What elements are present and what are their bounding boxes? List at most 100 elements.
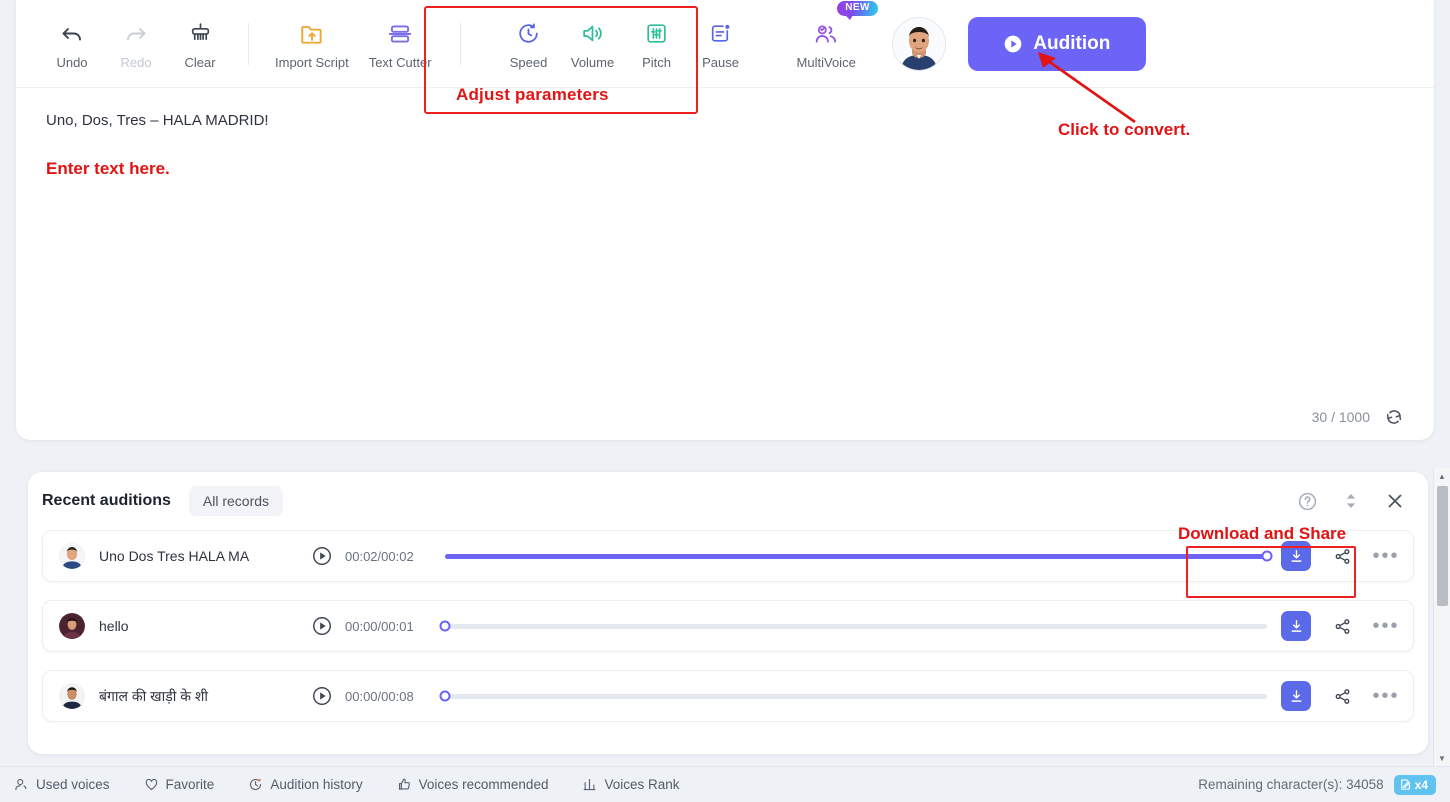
table-row[interactable]: बंगाल की खाड़ी के शी 00:00/00:08 ••• (42, 670, 1414, 722)
history-clock-icon (248, 777, 263, 792)
download-button[interactable] (1281, 611, 1311, 641)
scroll-up-arrow[interactable]: ▲ (1434, 468, 1450, 484)
share-button[interactable] (1325, 541, 1359, 571)
share-button[interactable] (1325, 681, 1359, 711)
enter-text-annotation: Enter text here. (46, 158, 170, 178)
scrollbar-thumb[interactable] (1437, 486, 1448, 606)
download-share-annotation: Download and Share (1178, 524, 1347, 543)
progress-thumb[interactable] (439, 620, 451, 632)
undo-icon (60, 19, 84, 49)
download-button[interactable] (1281, 541, 1311, 571)
audition-button[interactable]: Audition (967, 16, 1146, 71)
audition-name: बंगाल की खाड़ी के शी (99, 687, 209, 704)
voices-recommended-button[interactable]: Voices recommended (397, 777, 549, 792)
audition-history-label: Audition history (270, 777, 363, 792)
progress-thumb[interactable] (439, 690, 451, 702)
import-folder-icon (299, 19, 325, 49)
close-icon[interactable] (1384, 490, 1406, 512)
toolbar-divider-1 (248, 22, 249, 65)
pause-button[interactable]: Pause (689, 13, 753, 75)
speed-button[interactable]: Speed (497, 13, 561, 75)
recent-auditions-title: Recent auditions (42, 492, 171, 509)
undo-label: Undo (56, 54, 88, 70)
audition-name: Uno Dos Tres HALA MA (99, 548, 250, 564)
more-options-button[interactable]: ••• (1369, 681, 1403, 711)
table-row[interactable]: hello 00:00/00:01 ••• (42, 600, 1414, 652)
tts-editor-app: Undo Redo Clear Import Script Text Cutte… (0, 0, 1450, 802)
expand-collapse-icon[interactable] (1342, 491, 1360, 511)
multivoice-label: MultiVoice (796, 54, 856, 70)
speed-label: Speed (509, 54, 548, 70)
audition-history-button[interactable]: Audition history (248, 777, 363, 792)
play-icon[interactable] (311, 615, 333, 637)
edit-doc-icon (1399, 778, 1412, 791)
audition-time: 00:02/00:02 (345, 548, 414, 564)
voices-rank-label: Voices Rank (604, 777, 680, 792)
progress-thumb[interactable] (1261, 550, 1273, 562)
text-cutter-button[interactable]: Text Cutter (359, 13, 442, 75)
pitch-label: Pitch (642, 54, 671, 70)
recent-auditions-header: Recent auditions All records (28, 472, 1428, 530)
more-options-button[interactable]: ••• (1369, 541, 1403, 571)
volume-button[interactable]: Volume (561, 13, 625, 75)
pitch-icon (644, 19, 669, 49)
editor-card: Undo Redo Clear Import Script Text Cutte… (16, 0, 1434, 440)
speed-icon (516, 19, 541, 49)
multivoice-inner[interactable]: MultiVoice (787, 13, 866, 75)
undo-button[interactable]: Undo (40, 13, 104, 75)
voices-rank-button[interactable]: Voices Rank (582, 777, 680, 792)
user-voice-icon (14, 777, 29, 792)
scroll-down-arrow[interactable]: ▼ (1434, 750, 1450, 766)
audition-time: 00:00/00:08 (345, 688, 414, 704)
play-icon[interactable] (311, 545, 333, 567)
import-script-label: Import Script (275, 54, 349, 70)
audition-time: 00:00/00:01 (345, 618, 414, 634)
volume-icon (580, 19, 605, 49)
used-voices-button[interactable]: Used voices (14, 777, 110, 792)
download-button[interactable] (1281, 681, 1311, 711)
vertical-scrollbar[interactable]: ▲ ▼ (1433, 468, 1450, 766)
pause-icon (708, 19, 733, 49)
play-icon (1003, 34, 1023, 54)
multiplier-label: x4 (1414, 777, 1428, 792)
redo-label: Redo (120, 54, 152, 70)
click-to-convert-annotation: Click to convert. (1058, 120, 1191, 139)
progress-fill (445, 553, 1267, 559)
used-voices-label: Used voices (36, 777, 110, 792)
help-circle-icon[interactable] (1297, 491, 1318, 512)
multivoice-new-badge: NEW (837, 0, 878, 20)
selected-voice-avatar[interactable] (891, 16, 946, 71)
toolbar-divider-2 (459, 22, 461, 65)
redo-button[interactable]: Redo (104, 13, 168, 75)
multivoice-icon (813, 19, 839, 49)
share-button[interactable] (1325, 611, 1359, 641)
multivoice-button[interactable]: NEW MultiVoice (787, 0, 878, 75)
progress-slider[interactable] (439, 620, 1267, 632)
status-badge[interactable]: x4 (1393, 774, 1436, 795)
avatar (59, 613, 85, 639)
editor-content[interactable]: Uno, Dos, Tres – HALA MADRID! (46, 110, 1404, 133)
pause-label: Pause (702, 54, 739, 70)
audition-label: Audition (1033, 32, 1111, 54)
import-script-button[interactable]: Import Script (265, 13, 359, 75)
favorite-button[interactable]: Favorite (144, 777, 214, 792)
character-count-text: 30 / 1000 (1311, 409, 1370, 425)
more-options-button[interactable]: ••• (1369, 611, 1403, 641)
character-counter: 30 / 1000 (1312, 407, 1404, 427)
play-icon[interactable] (311, 685, 333, 707)
remaining-characters-label: Remaining character(s): 34058 (1198, 777, 1384, 792)
voices-recommended-label: Voices recommended (418, 777, 549, 792)
adjust-parameters-group: Speed Volume Pitch Pause (497, 13, 753, 75)
remaining-characters-area: Remaining character(s): 34058 x4 (1198, 774, 1436, 795)
progress-slider[interactable] (445, 550, 1273, 562)
progress-slider[interactable] (439, 690, 1267, 702)
volume-label: Volume (570, 54, 615, 70)
audition-name: hello (99, 618, 129, 634)
redo-icon (124, 19, 148, 49)
text-editor-area[interactable]: Uno, Dos, Tres – HALA MADRID! Enter text… (16, 88, 1434, 439)
clear-button[interactable]: Clear (168, 13, 232, 75)
pitch-button[interactable]: Pitch (625, 13, 689, 75)
all-records-tab[interactable]: All records (188, 486, 284, 516)
text-cutter-label: Text Cutter (368, 54, 432, 70)
refresh-icon[interactable] (1384, 407, 1404, 427)
